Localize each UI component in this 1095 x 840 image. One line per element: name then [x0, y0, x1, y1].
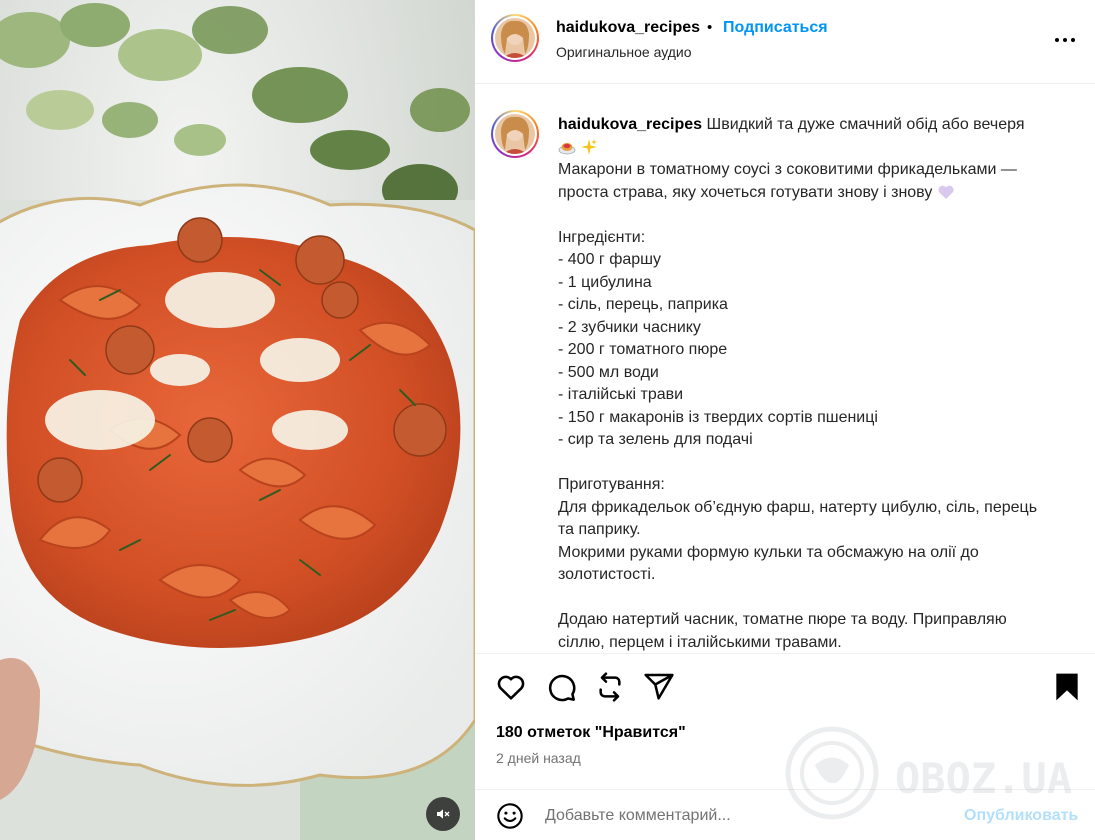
post-media[interactable]	[0, 0, 475, 840]
method-line: сіллю, перцем і італійськими травами.	[558, 633, 842, 651]
heart-icon[interactable]	[495, 671, 527, 703]
method-line: та паприку.	[558, 521, 641, 538]
sparkles-emoji	[581, 139, 598, 156]
caption-first-line: Швидкий та дуже смачний обід або вечеря	[702, 116, 1025, 133]
ingredients-title: Інгредієнти:	[558, 228, 646, 246]
light-purple-heart-emoji	[938, 185, 954, 200]
pasta-dish-image	[0, 0, 475, 840]
comment-icon[interactable]	[545, 671, 577, 703]
post-actions: 180 отметок "Нравится" 2 дней назад	[475, 653, 1095, 803]
method-title: Приготування:	[558, 476, 665, 493]
comment-input[interactable]	[545, 804, 965, 828]
avatar[interactable]	[491, 14, 539, 62]
audio-label[interactable]: Оригинальное аудио	[556, 44, 692, 60]
profile-photo	[495, 18, 535, 58]
method-line: Мокрими руками формую кульки та обсмажую…	[558, 543, 979, 561]
caption-line: проста страва, яку хочеться готувати зно…	[558, 183, 933, 201]
save-icon[interactable]	[1051, 671, 1083, 703]
ingredient-item: - сіль, перець, паприка	[558, 296, 728, 313]
caption-avatar[interactable]	[491, 110, 539, 158]
method-line: золотистості.	[558, 566, 656, 583]
repost-icon[interactable]	[594, 671, 626, 703]
publish-button[interactable]: Опубликовать	[964, 807, 1078, 825]
method-line: Для фрикадельок об’єдную фарш, натерту ц…	[558, 498, 1038, 516]
ingredient-item: - 400 г фаршу	[558, 251, 661, 268]
emoji-icon[interactable]	[496, 802, 524, 830]
ingredient-item: - 500 мл води	[558, 363, 659, 381]
post-timestamp[interactable]: 2 дней назад	[496, 750, 581, 766]
profile-photo	[495, 114, 535, 154]
more-horizontal-icon[interactable]	[1051, 26, 1079, 54]
post-details-panel: haidukova_recipes • Подписаться Оригинал…	[475, 0, 1095, 840]
share-icon[interactable]	[643, 671, 675, 703]
caption-line: Макарони в томатному соусі з соковитими …	[558, 161, 1017, 178]
ingredient-item: - італійські трави	[558, 386, 684, 403]
speaker-muted-icon	[437, 809, 450, 819]
post-author-username[interactable]: haidukova_recipes	[556, 19, 700, 37]
method-line: Додаю натертий часник, томатне пюре та в…	[558, 611, 1007, 628]
post-caption: haidukova_recipes Швидкий та дуже смачни…	[558, 114, 1078, 653]
ingredient-item: - 200 г томатного пюре	[558, 341, 728, 358]
caption-username[interactable]: haidukova_recipes	[558, 116, 702, 133]
post-header: haidukova_recipes • Подписаться Оригинал…	[475, 0, 1095, 84]
ingredient-item: - 150 г макаронів із твердих сортів пшен…	[558, 408, 878, 426]
spaghetti-emoji	[558, 143, 576, 155]
likes-count[interactable]: 180 отметок "Нравится"	[496, 724, 686, 742]
ingredient-item: - сир та зелень для подачі	[558, 431, 753, 448]
mute-button[interactable]	[426, 797, 460, 831]
ingredient-item: - 2 зубчики часнику	[558, 318, 701, 336]
caption-scroll-area[interactable]: haidukova_recipes Швидкий та дуже смачни…	[475, 85, 1095, 653]
comment-bar: Опубликовать	[475, 789, 1095, 840]
separator-dot: •	[707, 19, 713, 36]
ingredient-item: - 1 цибулина	[558, 273, 652, 291]
follow-button[interactable]: Подписаться	[723, 19, 828, 37]
